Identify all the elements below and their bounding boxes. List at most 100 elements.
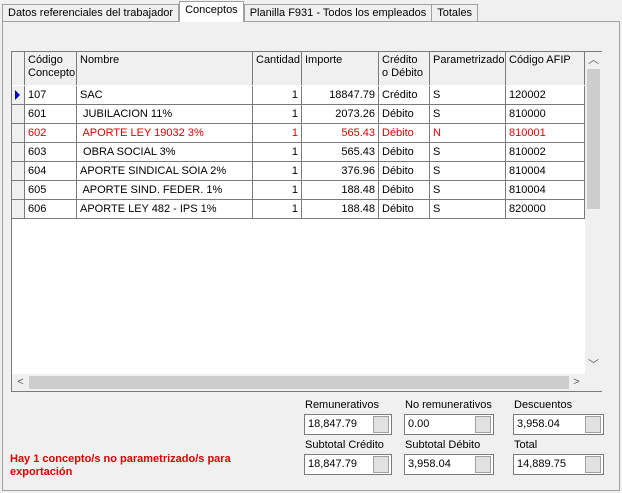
descuentos-value: 3,958.04 [517,418,560,430]
table-row[interactable]: 107 SAC 1 18847.79 Crédito S 120002 [12,86,585,105]
header-codigo-afip[interactable]: Código AFIP [506,52,585,85]
row-indicator [12,200,25,218]
table-row[interactable]: 602 APORTE LEY 19032 3% 1 565.43 Débito … [12,124,585,143]
cell-codigo-afip[interactable]: 810004 [506,181,585,199]
cell-codigo-afip[interactable]: 810001 [506,124,585,142]
chevron-up-icon[interactable]: ︿ [585,52,602,69]
cell-credito-debito[interactable]: Débito [379,200,430,218]
header-nombre[interactable]: Nombre [77,52,253,85]
cell-credito-debito[interactable]: Crédito [379,86,430,104]
cell-cantidad[interactable]: 1 [253,143,302,161]
cell-cantidad[interactable]: 1 [253,162,302,180]
cell-importe[interactable]: 565.43 [302,143,379,161]
descuentos-field[interactable]: 3,958.04 [513,414,604,435]
cell-importe[interactable]: 188.48 [302,181,379,199]
cell-parametrizado[interactable]: S [430,105,506,123]
row-indicator [12,86,25,104]
tab-planilla-f931[interactable]: Planilla F931 - Todos los empleados [243,4,433,22]
cell-cantidad[interactable]: 1 [253,181,302,199]
cell-nombre[interactable]: SAC [77,86,253,104]
header-cantidad[interactable]: Cantidad [253,52,302,85]
vertical-scroll-thumb[interactable] [587,69,600,209]
cell-importe[interactable]: 2073.26 [302,105,379,123]
total-button[interactable] [585,456,601,473]
cell-credito-debito[interactable]: Débito [379,181,430,199]
no-remunerativos-label: No remunerativos [405,399,492,411]
cell-importe[interactable]: 188.48 [302,200,379,218]
table-row[interactable]: 601 JUBILACION 11% 1 2073.26 Débito S 81… [12,105,585,124]
warning-message: Hay 1 concepto/s no parametrizado/s para… [10,453,231,478]
no-remunerativos-button[interactable] [475,416,491,433]
cell-parametrizado[interactable]: S [430,162,506,180]
cell-credito-debito[interactable]: Débito [379,105,430,123]
subtotal-debito-button[interactable] [475,456,491,473]
cell-importe[interactable]: 376.96 [302,162,379,180]
subtotal-credito-button[interactable] [373,456,389,473]
header-importe[interactable]: Importe [302,52,379,85]
tab-conceptos[interactable]: Conceptos [179,1,244,22]
cell-nombre[interactable]: OBRA SOCIAL 3% [77,143,253,161]
table-row[interactable]: 606 APORTE LEY 482 - IPS 1% 1 188.48 Déb… [12,200,585,219]
cell-codigo-afip[interactable]: 120002 [506,86,585,104]
conceptos-grid[interactable]: Código Concepto Nombre Cantidad Importe … [11,51,602,392]
triangle-right-icon [15,90,20,100]
cell-codigo-afip[interactable]: 810004 [506,162,585,180]
header-codigo[interactable]: Código Concepto [25,52,77,85]
cell-importe[interactable]: 565.43 [302,124,379,142]
cell-credito-debito[interactable]: Débito [379,143,430,161]
horizontal-scrollbar[interactable]: < > [12,374,585,391]
subtotal-credito-field[interactable]: 18,847.79 [304,454,392,475]
remunerativos-value: 18,847.79 [308,418,357,430]
cell-codigo[interactable]: 604 [25,162,77,180]
row-indicator [12,105,25,123]
cell-parametrizado[interactable]: S [430,200,506,218]
cell-codigo[interactable]: 602 [25,124,77,142]
cell-parametrizado[interactable]: N [430,124,506,142]
table-row[interactable]: 604 APORTE SINDICAL SOIA 2% 1 376.96 Déb… [12,162,585,181]
tab-datos-referenciales[interactable]: Datos referenciales del trabajador [2,4,180,22]
table-row[interactable]: 603 OBRA SOCIAL 3% 1 565.43 Débito S 810… [12,143,585,162]
cell-cantidad[interactable]: 1 [253,86,302,104]
cell-cantidad[interactable]: 1 [253,200,302,218]
cell-codigo[interactable]: 605 [25,181,77,199]
cell-nombre[interactable]: APORTE LEY 482 - IPS 1% [77,200,253,218]
tab-totales[interactable]: Totales [431,4,479,22]
no-remunerativos-field[interactable]: 0.00 [404,414,494,435]
subtotal-credito-value: 18,847.79 [308,458,357,470]
horizontal-scroll-thumb[interactable] [29,376,569,389]
cell-parametrizado[interactable]: S [430,86,506,104]
remunerativos-button[interactable] [373,416,389,433]
cell-codigo[interactable]: 606 [25,200,77,218]
descuentos-label: Descuentos [514,399,573,411]
header-parametrizado[interactable]: Parametrizado [430,52,506,85]
cell-codigo[interactable]: 107 [25,86,77,104]
subtotal-debito-field[interactable]: 3,958.04 [404,454,494,475]
cell-credito-debito[interactable]: Débito [379,124,430,142]
subtotal-credito-label: Subtotal Crédito [305,439,384,451]
header-credito-debito[interactable]: Crédito o Débito [379,52,430,85]
total-field[interactable]: 14,889.75 [513,454,604,475]
cell-codigo-afip[interactable]: 810000 [506,105,585,123]
cell-codigo-afip[interactable]: 820000 [506,200,585,218]
cell-nombre[interactable]: APORTE LEY 19032 3% [77,124,253,142]
vertical-scrollbar[interactable]: ︿ ﹀ [585,52,602,374]
cell-cantidad[interactable]: 1 [253,124,302,142]
cell-parametrizado[interactable]: S [430,181,506,199]
cell-codigo[interactable]: 601 [25,105,77,123]
descuentos-button[interactable] [585,416,601,433]
remunerativos-field[interactable]: 18,847.79 [304,414,392,435]
cell-credito-debito[interactable]: Débito [379,162,430,180]
table-row[interactable]: 605 APORTE SIND. FEDER. 1% 1 188.48 Débi… [12,181,585,200]
cell-importe[interactable]: 18847.79 [302,86,379,104]
cell-codigo-afip[interactable]: 810002 [506,143,585,161]
cell-nombre[interactable]: APORTE SIND. FEDER. 1% [77,181,253,199]
cell-nombre[interactable]: APORTE SINDICAL SOIA 2% [77,162,253,180]
cell-cantidad[interactable]: 1 [253,105,302,123]
cell-nombre[interactable]: JUBILACION 11% [77,105,253,123]
chevron-left-icon[interactable]: < [12,374,29,391]
chevron-down-icon[interactable]: ﹀ [585,357,602,374]
cell-codigo[interactable]: 603 [25,143,77,161]
chevron-right-icon[interactable]: > [568,374,585,391]
scroll-corner [585,374,602,391]
cell-parametrizado[interactable]: S [430,143,506,161]
